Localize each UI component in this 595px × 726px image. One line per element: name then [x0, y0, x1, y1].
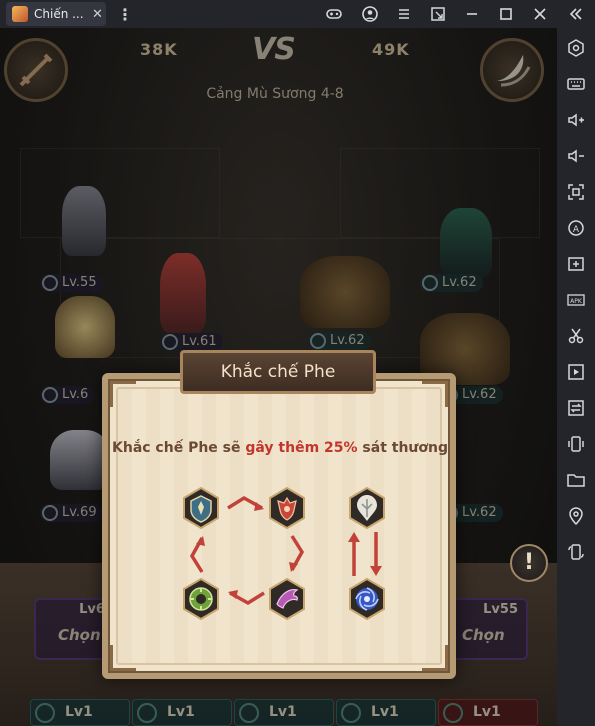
faction-nature-icon	[183, 578, 219, 620]
tab-title: Chiến ...	[34, 7, 84, 21]
corner-ornament	[110, 645, 136, 671]
sync-icon[interactable]	[566, 398, 586, 418]
collapse-sidebar-icon[interactable]	[567, 5, 585, 23]
scissors-icon[interactable]	[566, 326, 586, 346]
volume-down-icon[interactable]	[566, 146, 586, 166]
settings-hex-icon[interactable]	[566, 38, 586, 58]
media-icon[interactable]	[566, 362, 586, 382]
emulator-sidebar: A APK	[557, 28, 595, 726]
external-window-icon[interactable]	[429, 5, 447, 23]
faction-light-icon	[349, 487, 385, 529]
hamburger-icon[interactable]	[395, 5, 413, 23]
volume-up-icon[interactable]	[566, 110, 586, 130]
gamepad-icon[interactable]	[325, 5, 343, 23]
keyboard-icon[interactable]	[566, 74, 586, 94]
auto-rotate-icon[interactable]: A	[566, 218, 586, 238]
faction-dark-icon	[349, 578, 385, 620]
arrow-left-icon	[228, 590, 265, 606]
app-tab[interactable]: Chiến ... ✕	[6, 2, 106, 26]
rotate-device-icon[interactable]	[566, 542, 586, 562]
desc-text: sát thương	[357, 440, 448, 456]
modal-description: Khắc chế Phe sẽ gây thêm 25% sát thương	[112, 440, 448, 456]
add-screen-icon[interactable]	[566, 254, 586, 274]
more-menu-icon[interactable]: ⋮	[117, 5, 133, 24]
corner-ornament	[422, 645, 448, 671]
arrow-up-icon	[189, 536, 205, 573]
faction-dragon-icon	[269, 578, 305, 620]
arrow-down-icon	[289, 535, 305, 572]
apk-icon[interactable]: APK	[566, 290, 586, 310]
arrow-right-icon	[227, 495, 264, 511]
faction-order-icon	[183, 487, 219, 529]
arrow-down-icon	[370, 532, 382, 576]
account-icon[interactable]	[361, 5, 379, 23]
location-icon[interactable]	[566, 506, 586, 526]
desc-text: Khắc chế Phe sẽ	[112, 440, 246, 456]
info-button[interactable]: !	[510, 544, 548, 582]
app-icon	[12, 6, 28, 22]
svg-text:APK: APK	[570, 298, 583, 305]
desc-highlight: gây thêm 25%	[245, 440, 358, 456]
corner-ornament	[422, 381, 448, 407]
emulator-window: Chiến ... ✕ ⋮ A APK 38K VS 49K Cảng Mù S…	[0, 0, 595, 726]
arrow-up-icon	[348, 532, 360, 576]
close-icon[interactable]	[531, 5, 549, 23]
tab-close-icon[interactable]: ✕	[92, 7, 103, 22]
faction-beast-icon	[269, 487, 305, 529]
screenshot-frame-icon[interactable]	[566, 182, 586, 202]
svg-text:A: A	[573, 225, 580, 235]
minimize-icon[interactable]	[463, 5, 481, 23]
maximize-icon[interactable]	[497, 5, 515, 23]
corner-ornament	[110, 381, 136, 407]
title-bar: Chiến ... ✕ ⋮	[0, 0, 595, 28]
modal-title: Khắc chế Phe	[180, 350, 376, 394]
folder-icon[interactable]	[566, 470, 586, 490]
shake-icon[interactable]	[566, 434, 586, 454]
